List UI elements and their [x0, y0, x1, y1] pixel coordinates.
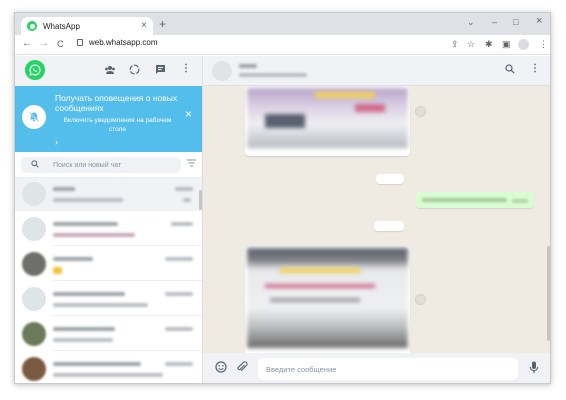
list-item[interactable]	[15, 178, 202, 211]
list-item[interactable]	[15, 213, 202, 246]
lock-icon	[77, 39, 83, 46]
maximize-button[interactable]: □	[513, 17, 518, 27]
notification-title: Получать оповещения о новых сообщениях	[55, 93, 178, 113]
close-icon[interactable]: ×	[185, 107, 192, 121]
left-header: ⋮	[15, 56, 202, 86]
list-item[interactable]	[15, 318, 202, 351]
enable-notifications-link[interactable]: Включить уведомления на рабочем столе	[55, 116, 180, 134]
avatar	[22, 182, 46, 206]
bell-off-icon	[22, 105, 46, 129]
whatsapp-logo-icon[interactable]	[25, 60, 45, 80]
minimize-button[interactable]: –	[492, 17, 497, 27]
message-placeholder: Введите сообщение	[266, 364, 337, 374]
reload-button[interactable]: C	[57, 39, 64, 49]
conversation-scrollbar[interactable]	[547, 246, 550, 341]
attach-icon[interactable]	[236, 361, 248, 376]
chat-list-panel: ⋮ Получать оповещения о новых сообщениях…	[15, 56, 203, 383]
list-item[interactable]	[15, 283, 202, 316]
avatar	[22, 357, 46, 381]
back-button[interactable]: ←	[22, 38, 32, 49]
emoji-icon[interactable]	[215, 361, 227, 376]
address-url: web.whatsapp.com	[89, 38, 158, 47]
browser-menu-icon[interactable]: ⋮	[539, 39, 548, 50]
whatsapp-app: ⋮ Получать оповещения о новых сообщениях…	[15, 56, 550, 383]
avatar	[22, 217, 46, 241]
composer: Введите сообщение	[203, 353, 550, 383]
tab-strip: WhatsApp × + ⌄ – □ ×	[15, 13, 550, 35]
tab-close-icon[interactable]: ×	[141, 21, 147, 31]
address-bar[interactable]: web.whatsapp.com	[77, 38, 157, 47]
new-chat-icon[interactable]	[155, 64, 166, 78]
browser-toolbar: ← → C web.whatsapp.com ⇪ ☆ ✱ ▣ ⋮	[15, 35, 550, 55]
contact-avatar	[212, 61, 232, 81]
image-message[interactable]	[245, 246, 410, 353]
conversation-header[interactable]: ⋮	[203, 56, 550, 86]
avatar	[22, 322, 46, 346]
communities-icon[interactable]	[104, 65, 116, 77]
browser-window: WhatsApp × + ⌄ – □ × ← → C web.whatsapp.…	[14, 12, 551, 384]
new-tab-button[interactable]: +	[159, 18, 166, 30]
image-message[interactable]	[245, 86, 410, 156]
message-list	[203, 86, 550, 353]
conversation-menu-icon[interactable]: ⋮	[530, 63, 540, 74]
forward-icon[interactable]	[415, 106, 426, 117]
tab-title: WhatsApp	[43, 21, 80, 31]
outgoing-message[interactable]	[416, 192, 534, 208]
conversation-panel: ⋮ Введите сообщение	[203, 56, 550, 383]
extensions-icon[interactable]: ✱	[485, 39, 493, 50]
close-window-button[interactable]: ×	[536, 15, 542, 27]
avatar	[22, 287, 46, 311]
side-panel-icon[interactable]: ▣	[502, 39, 511, 50]
tab-whatsapp[interactable]: WhatsApp ×	[21, 17, 153, 35]
date-separator	[374, 221, 404, 231]
timestamp-pill	[376, 174, 404, 184]
status-icon[interactable]	[129, 64, 140, 78]
menu-icon[interactable]: ⋮	[181, 63, 191, 74]
forward-icon[interactable]	[415, 294, 426, 305]
chevron-right-icon[interactable]: ›	[55, 137, 58, 147]
tab-search-chevron-icon[interactable]: ⌄	[467, 17, 475, 28]
search-input[interactable]: Поиск или новый чат	[21, 157, 181, 173]
search-messages-icon[interactable]	[505, 64, 515, 77]
microphone-icon[interactable]	[529, 361, 539, 377]
search-placeholder: Поиск или новый чат	[53, 161, 122, 169]
avatar	[22, 252, 46, 276]
list-item[interactable]	[15, 248, 202, 281]
share-icon[interactable]: ⇪	[451, 39, 459, 50]
profile-icon[interactable]	[518, 39, 529, 50]
whatsapp-favicon-icon	[27, 21, 37, 31]
search-icon	[31, 160, 39, 170]
message-input[interactable]: Введите сообщение	[258, 358, 518, 380]
search-bar: Поиск или новый чат	[15, 152, 202, 178]
chat-list-scrollbar[interactable]	[199, 190, 202, 210]
filter-icon[interactable]	[187, 159, 196, 169]
bookmark-star-icon[interactable]: ☆	[467, 39, 475, 50]
list-item[interactable]	[15, 353, 202, 383]
forward-button[interactable]: →	[39, 38, 49, 49]
notification-banner[interactable]: Получать оповещения о новых сообщениях В…	[15, 86, 202, 152]
